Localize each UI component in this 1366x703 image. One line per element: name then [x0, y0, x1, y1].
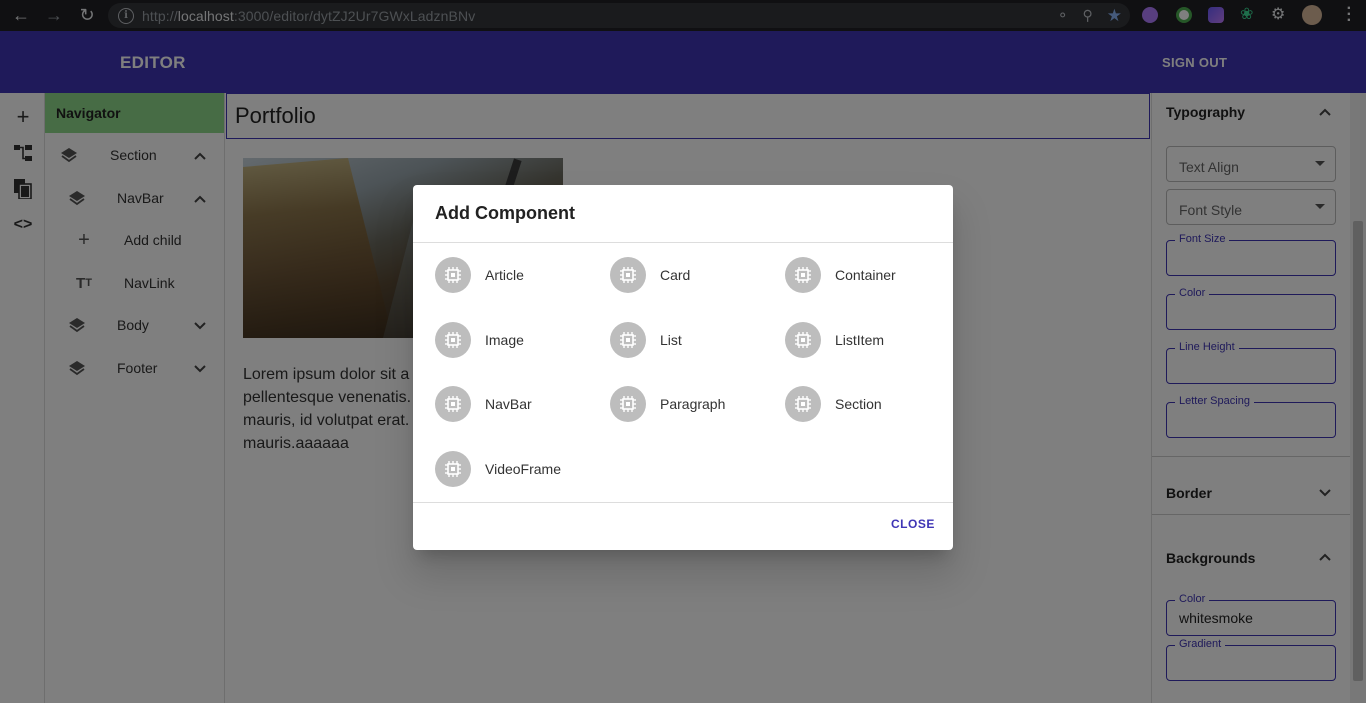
component-label: NavBar — [485, 396, 532, 412]
component-option-list[interactable]: List — [610, 322, 682, 358]
component-option-article[interactable]: Article — [435, 257, 524, 293]
memory-chip-icon — [785, 386, 821, 422]
memory-chip-icon — [785, 257, 821, 293]
dialog-title: Add Component — [435, 203, 575, 223]
memory-chip-icon — [435, 386, 471, 422]
memory-chip-icon — [435, 322, 471, 358]
component-label: List — [660, 332, 682, 348]
component-option-videoframe[interactable]: VideoFrame — [435, 451, 561, 487]
component-option-container[interactable]: Container — [785, 257, 896, 293]
memory-chip-icon — [610, 257, 646, 293]
component-label: ListItem — [835, 332, 885, 348]
component-option-section[interactable]: Section — [785, 386, 882, 422]
component-label: Section — [835, 396, 882, 412]
add-component-dialog: Add Component Article Card Container Image L… — [413, 185, 953, 550]
component-option-card[interactable]: Card — [610, 257, 690, 293]
component-label: Image — [485, 332, 524, 348]
memory-chip-icon — [610, 322, 646, 358]
component-label: VideoFrame — [485, 461, 562, 477]
memory-chip-icon — [435, 257, 471, 293]
component-option-paragraph[interactable]: Paragraph — [610, 386, 725, 422]
component-option-listitem[interactable]: ListItem — [785, 322, 884, 358]
component-option-navbar[interactable]: NavBar — [435, 386, 532, 422]
memory-chip-icon — [785, 322, 821, 358]
component-label: Paragraph — [660, 396, 726, 412]
memory-chip-icon — [435, 451, 471, 487]
memory-chip-icon — [610, 386, 646, 422]
component-option-image[interactable]: Image — [435, 322, 524, 358]
component-label: Card — [660, 267, 691, 283]
component-label: Container — [835, 267, 896, 283]
component-label: Article — [485, 267, 524, 283]
close-button[interactable]: CLOSE — [891, 517, 935, 531]
divider — [413, 242, 953, 243]
divider — [413, 502, 953, 503]
